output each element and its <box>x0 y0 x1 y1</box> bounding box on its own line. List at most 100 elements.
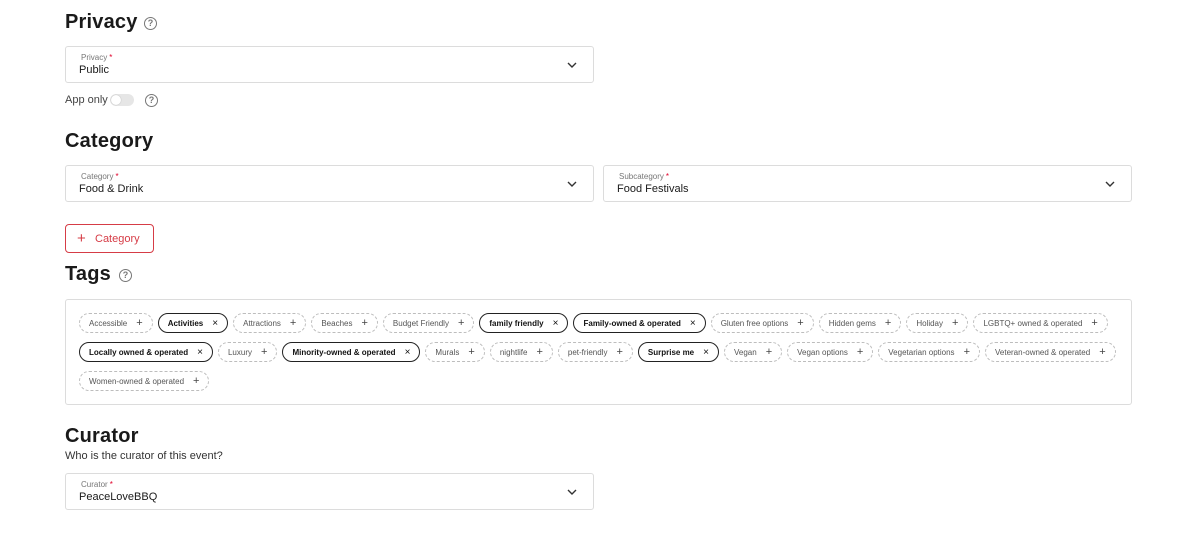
category-value: Food & Drink <box>79 183 144 195</box>
plus-icon[interactable]: + <box>536 346 542 358</box>
plus-icon[interactable]: + <box>468 346 474 358</box>
plus-icon[interactable]: + <box>964 346 970 358</box>
plus-icon[interactable]: + <box>952 317 958 329</box>
chevron-down-icon <box>1105 181 1115 187</box>
tag-label: Murals <box>435 347 460 357</box>
plus-icon[interactable]: + <box>193 375 199 387</box>
tag-chip[interactable]: nightlife + <box>489 342 553 362</box>
plus-icon[interactable]: + <box>361 317 367 329</box>
privacy-field-label: Privacy * <box>81 53 113 62</box>
plus-icon[interactable]: + <box>797 317 803 329</box>
tag-chip[interactable]: Hidden gems + <box>818 313 902 333</box>
tag-label: nightlife <box>499 347 528 357</box>
plus-icon[interactable]: + <box>885 317 891 329</box>
subcategory-select[interactable]: Subcategory * Food Festivals <box>603 165 1132 202</box>
privacy-value: Public <box>79 64 109 76</box>
plus-icon[interactable]: + <box>1091 317 1097 329</box>
plus-icon[interactable]: + <box>290 317 296 329</box>
tag-chip[interactable]: Accessible + <box>79 313 153 333</box>
curator-subtitle: Who is the curator of this event? <box>65 450 223 462</box>
tag-chip[interactable]: Vegan + <box>723 342 783 362</box>
tag-chip[interactable]: Gluten free options + <box>710 313 814 333</box>
remove-icon[interactable]: × <box>553 318 559 329</box>
curator-value: PeaceLoveBBQ <box>79 491 158 503</box>
tag-label: Holiday <box>916 318 943 328</box>
remove-icon[interactable]: × <box>197 347 203 358</box>
remove-icon[interactable]: × <box>690 318 696 329</box>
tag-label: Family-owned & operated <box>583 318 681 328</box>
tag-label: Budget Friendly <box>392 318 449 328</box>
tag-chip[interactable]: Minority-owned & operated × <box>282 342 421 362</box>
tag-chip[interactable]: Women-owned & operated + <box>79 371 210 391</box>
plus-icon: + <box>77 230 86 247</box>
tags-help-icon[interactable]: ? <box>119 269 132 282</box>
privacy-help-icon[interactable]: ? <box>144 17 157 30</box>
tag-chip[interactable]: Attractions + <box>233 313 307 333</box>
tag-chip[interactable]: Veteran-owned & operated + <box>985 342 1116 362</box>
plus-icon[interactable]: + <box>857 346 863 358</box>
tag-label: Women-owned & operated <box>89 376 185 386</box>
tag-chip[interactable]: Activities × <box>157 313 229 333</box>
tag-label: Beaches <box>321 318 353 328</box>
tag-label: Hidden gems <box>828 318 876 328</box>
tag-label: family friendly <box>489 318 544 328</box>
curator-field-label: Curator * <box>81 480 113 489</box>
tag-label: Attractions <box>243 318 281 328</box>
tag-label: Activities <box>167 318 204 328</box>
app-only-label: App only <box>65 94 108 106</box>
app-only-toggle[interactable] <box>110 94 134 106</box>
plus-icon[interactable]: + <box>1099 346 1105 358</box>
tag-label: pet-friendly <box>567 347 608 357</box>
tag-label: Luxury <box>227 347 252 357</box>
remove-icon[interactable]: × <box>703 347 709 358</box>
tag-label: Locally owned & operated <box>89 347 189 357</box>
category-title: Category <box>65 130 154 152</box>
privacy-select[interactable]: Privacy * Public <box>65 46 594 83</box>
toggle-knob <box>111 95 121 105</box>
tag-chip[interactable]: pet-friendly + <box>557 342 633 362</box>
tag-chip[interactable]: Murals + <box>425 342 485 362</box>
tag-chip[interactable]: Luxury + <box>217 342 278 362</box>
subcategory-field-label: Subcategory * <box>619 172 670 181</box>
tag-label: Vegan options <box>797 347 848 357</box>
privacy-title: Privacy <box>65 11 138 33</box>
tag-chip[interactable]: family friendly × <box>479 313 569 333</box>
tag-chip[interactable]: Vegan options + <box>787 342 874 362</box>
tag-chip[interactable]: Budget Friendly + <box>382 313 475 333</box>
tag-chip[interactable]: Family-owned & operated × <box>573 313 706 333</box>
tag-label: Minority-owned & operated <box>292 347 396 357</box>
tags-title: Tags <box>65 263 111 285</box>
tag-chip[interactable]: Vegetarian options + <box>878 342 980 362</box>
chevron-down-icon <box>567 181 577 187</box>
tag-chip[interactable]: LGBTQ+ owned & operated + <box>973 313 1108 333</box>
tag-label: Vegan <box>733 347 757 357</box>
add-category-label: Category <box>95 233 140 245</box>
subcategory-value: Food Festivals <box>617 183 689 195</box>
chevron-down-icon <box>567 489 577 495</box>
plus-icon[interactable]: + <box>261 346 267 358</box>
remove-icon[interactable]: × <box>212 318 218 329</box>
tag-chip[interactable]: Locally owned & operated × <box>79 342 213 362</box>
tag-chip[interactable]: Beaches + <box>311 313 378 333</box>
tags-container: Accessible + Activities × Attractions + Beache… <box>65 299 1132 405</box>
category-field-label: Category * <box>81 172 119 181</box>
remove-icon[interactable]: × <box>405 347 411 358</box>
add-category-button[interactable]: + Category <box>65 224 154 253</box>
app-only-help-icon[interactable]: ? <box>145 94 158 107</box>
tag-label: Gluten free options <box>720 318 789 328</box>
plus-icon[interactable]: + <box>136 317 142 329</box>
tag-label: Surprise me <box>647 347 695 357</box>
plus-icon[interactable]: + <box>616 346 622 358</box>
category-select[interactable]: Category * Food & Drink <box>65 165 594 202</box>
tag-label: Veteran-owned & operated <box>995 347 1091 357</box>
curator-title: Curator <box>65 425 139 447</box>
chevron-down-icon <box>567 62 577 68</box>
tag-label: LGBTQ+ owned & operated <box>983 318 1083 328</box>
plus-icon[interactable]: + <box>766 346 772 358</box>
plus-icon[interactable]: + <box>458 317 464 329</box>
curator-select[interactable]: Curator * PeaceLoveBBQ <box>65 473 594 510</box>
tag-label: Vegetarian options <box>888 347 955 357</box>
tag-label: Accessible <box>89 318 128 328</box>
tag-chip[interactable]: Holiday + <box>906 313 969 333</box>
tag-chip[interactable]: Surprise me × <box>637 342 719 362</box>
